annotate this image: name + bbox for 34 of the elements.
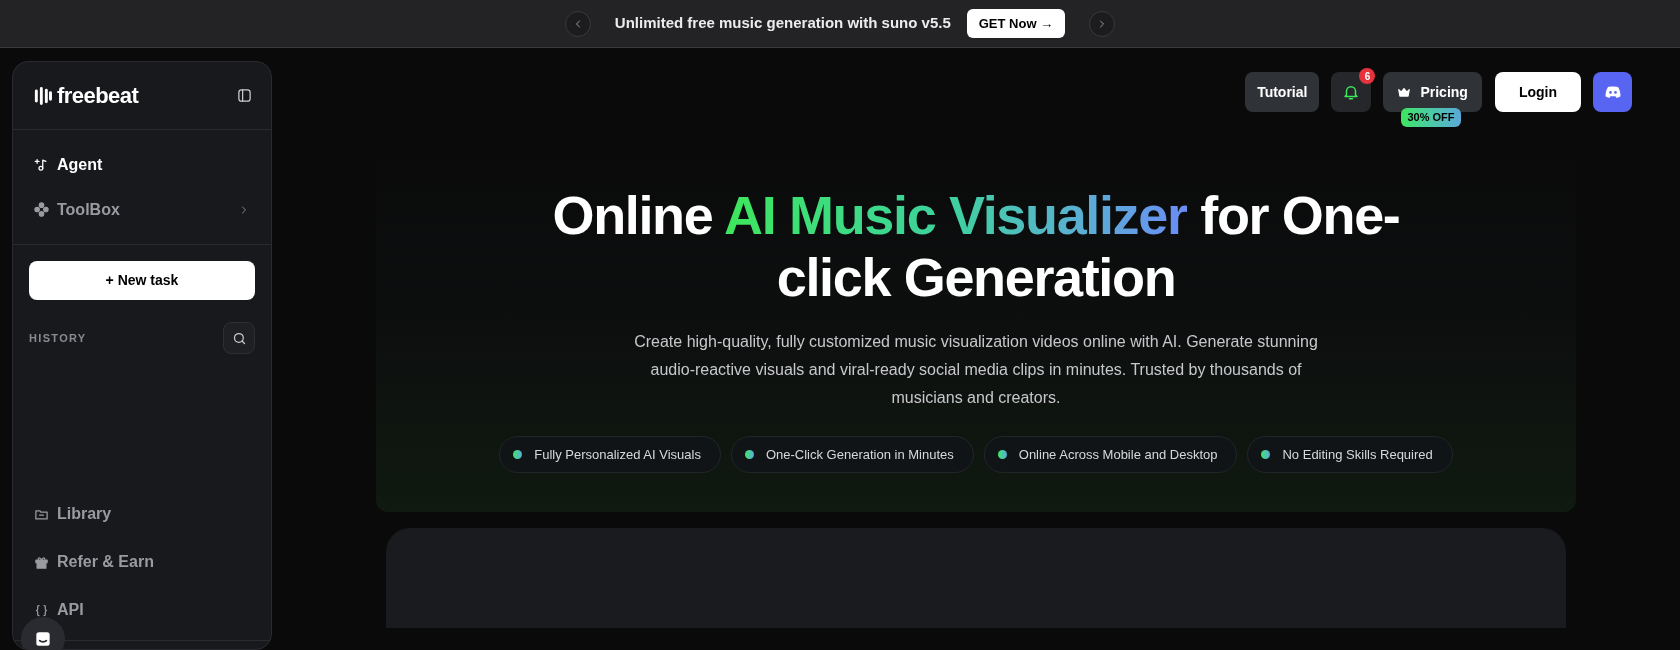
- tutorial-button[interactable]: Tutorial: [1245, 72, 1320, 112]
- music-note-icon: [34, 157, 49, 172]
- nav-item[interactable]: Refer & Earn: [23, 538, 261, 586]
- discord-button[interactable]: [1593, 72, 1632, 112]
- bell-icon: [1342, 83, 1361, 101]
- pricing-button[interactable]: Pricing: [1383, 72, 1482, 112]
- nav-item[interactable]: API: [23, 586, 261, 634]
- announcement-text: Unlimited free music generation with suno v5.5: [614, 13, 951, 34]
- crown-icon: [1397, 85, 1412, 99]
- hero-heading: Online AI Music Visualizer for One-click Generation: [551, 184, 1401, 308]
- notification-count-badge: 6: [1359, 68, 1376, 84]
- search-icon: [231, 330, 247, 346]
- feature-pill: No Editing Skills Required: [1247, 436, 1453, 473]
- discount-badge: 30% OFF: [1401, 108, 1461, 127]
- chat-widget-button[interactable]: [21, 617, 65, 649]
- feature-pill: One-Click Generation in Minutes: [730, 436, 974, 473]
- dots-icon: [34, 202, 49, 217]
- gift-icon: [34, 554, 49, 570]
- logo-text: freebeat: [57, 82, 139, 110]
- braces-icon: [34, 602, 49, 618]
- logo-icon: [32, 85, 54, 106]
- login-button[interactable]: Login: [1494, 72, 1581, 112]
- get-now-button[interactable]: GET Now →: [966, 8, 1066, 39]
- nav-item[interactable]: Library: [23, 490, 261, 538]
- hero-description: Create high-quality, fully customized music visualization videos online with AI. Generate stunning audio-reactive visuals and viral-ready social media clips in minutes. Trusted by thousands of musicians and creators.: [633, 332, 1319, 408]
- sidebar-toggle-icon: [237, 88, 252, 103]
- chat-face-icon: [33, 629, 53, 649]
- search-button[interactable]: [223, 322, 255, 354]
- feature-pill: Fully Personalized AI Visuals: [499, 436, 721, 473]
- history-label: HISTORY: [29, 330, 87, 346]
- nav-item[interactable]: Agent: [23, 142, 261, 187]
- nav-item[interactable]: ToolBox: [23, 187, 261, 232]
- new-task-button[interactable]: + New task: [29, 261, 255, 300]
- feature-pill: Online Across Mobile and Desktop: [983, 436, 1238, 473]
